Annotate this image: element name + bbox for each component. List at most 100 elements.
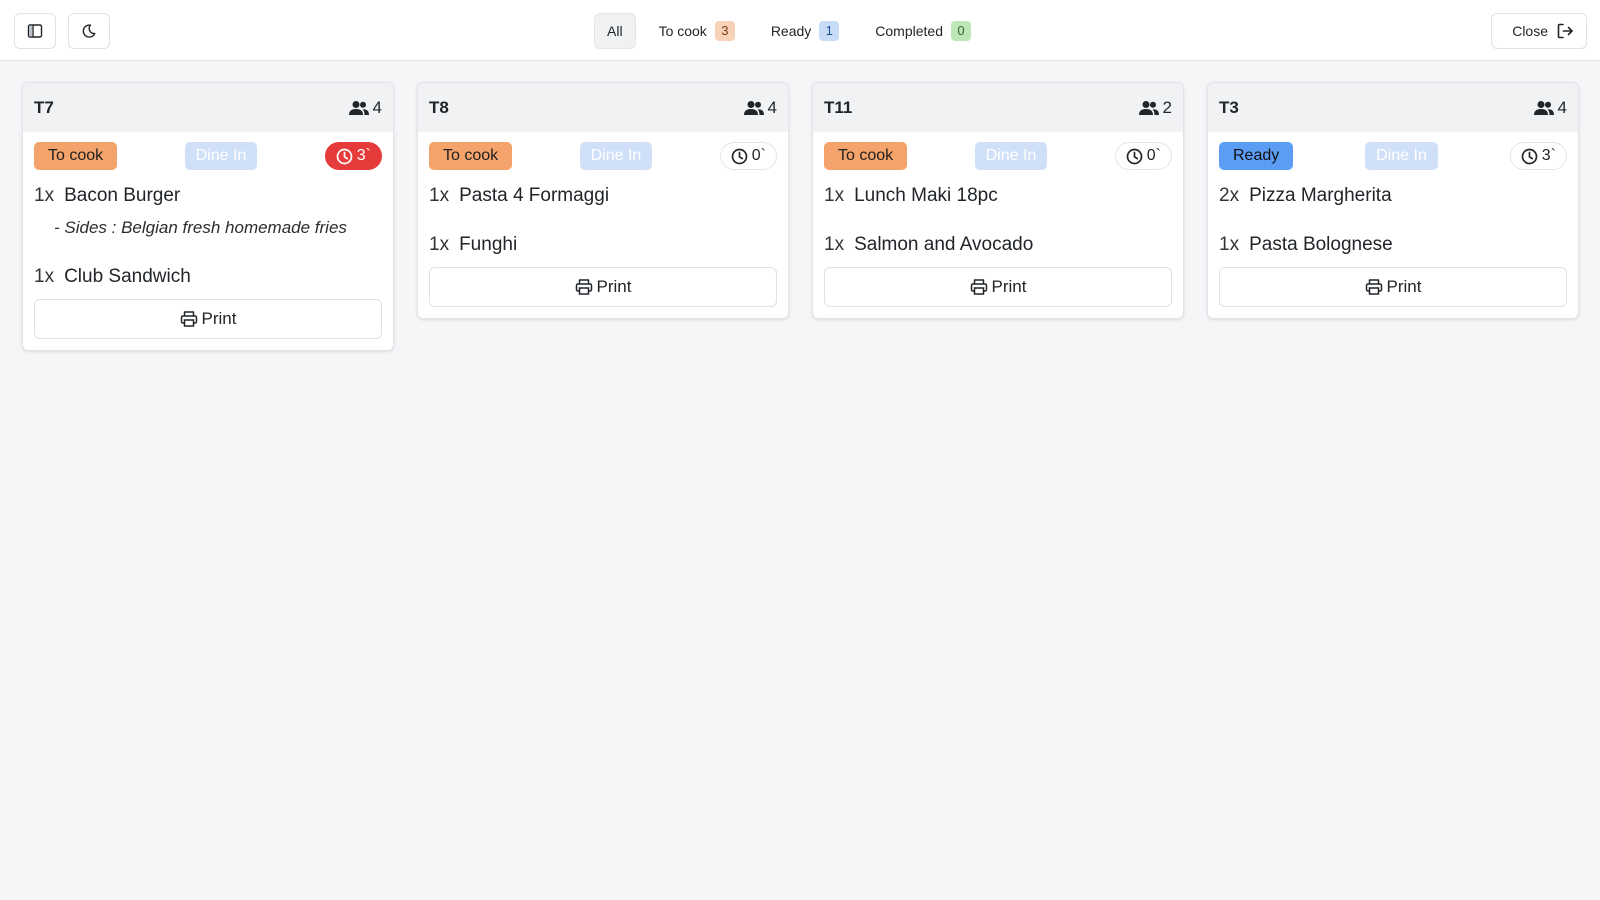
filter-label: All	[607, 23, 623, 39]
guest-count-value: 4	[372, 97, 382, 117]
filter-all[interactable]: All	[594, 13, 636, 49]
order-card-header: T7 4	[23, 83, 393, 132]
item-quantity: 1x	[429, 234, 450, 255]
filter-completed[interactable]: Completed 0	[862, 13, 984, 49]
status-badge: To cook	[34, 142, 118, 170]
clock-icon	[1521, 148, 1538, 165]
table-number: T7	[34, 97, 54, 117]
close-label: Close	[1512, 23, 1548, 39]
order-item: 1x Club Sandwich	[34, 257, 382, 289]
print-button[interactable]: Print	[429, 267, 777, 307]
item-quantity: 1x	[34, 266, 55, 287]
sidebar-icon	[27, 23, 43, 39]
status-badge: To cook	[824, 142, 908, 170]
print-button[interactable]: Print	[34, 299, 382, 339]
item-quantity: 1x	[1219, 234, 1240, 255]
guest-count-value: 2	[1162, 97, 1172, 117]
item-quantity: 1x	[429, 185, 450, 206]
guest-count: 4	[1533, 98, 1567, 118]
order-item: 1x Funghi	[429, 225, 777, 257]
item-quantity: 1x	[824, 185, 845, 206]
printer-icon	[970, 278, 988, 296]
elapsed-timer: 0`	[719, 142, 777, 170]
elapsed-timer: 3`	[324, 142, 382, 170]
item-quantity: 1x	[34, 185, 55, 206]
filter-to-cook[interactable]: To cook 3	[646, 13, 748, 49]
filter-label: Completed	[875, 23, 943, 39]
timer-value: 3`	[356, 147, 371, 164]
logout-icon	[1556, 22, 1574, 40]
print-label: Print	[596, 277, 632, 296]
service-type-badge: Dine In	[1365, 142, 1438, 170]
order-card: T11 2 To cook Dine In 0` 1x Lunch Maki 1…	[812, 82, 1184, 319]
sidebar-toggle-button[interactable]	[14, 13, 56, 49]
order-card-header: T3 4	[1208, 83, 1578, 132]
users-icon	[1533, 100, 1555, 116]
printer-icon	[1365, 278, 1383, 296]
print-button[interactable]: Print	[1219, 267, 1567, 307]
status-filter-group: All To cook 3 Ready 1 Completed 0	[594, 13, 994, 49]
count-badge: 3	[714, 21, 735, 41]
item-quantity: 1x	[824, 234, 845, 255]
clock-icon	[336, 148, 353, 165]
theme-toggle-button[interactable]	[68, 13, 110, 49]
item-name: Lunch Maki 18pc	[854, 185, 998, 206]
order-cards: T7 4 To cook Dine In 3` 1x Bacon Burger …	[22, 82, 1579, 351]
guest-count-value: 4	[1557, 97, 1567, 117]
users-icon	[743, 100, 765, 116]
order-item: 1x Salmon and Avocado	[824, 225, 1172, 257]
users-icon	[1138, 100, 1160, 116]
print-label: Print	[201, 309, 237, 328]
filter-label: Ready	[770, 23, 812, 39]
service-type-badge: Dine In	[579, 142, 653, 170]
guest-count: 4	[743, 98, 777, 118]
moon-icon	[81, 23, 97, 39]
guest-count: 2	[1138, 98, 1172, 118]
clock-icon	[731, 148, 748, 165]
item-quantity: 2x	[1219, 185, 1240, 206]
guest-count-value: 4	[767, 97, 777, 117]
order-card-header: T11 2	[813, 83, 1183, 132]
filter-ready[interactable]: Ready 1	[758, 13, 852, 49]
elapsed-timer: 0`	[1114, 142, 1172, 170]
item-name: Pizza Margherita	[1249, 185, 1392, 206]
order-card: T3 4 Ready Dine In 3` 2x Pizza Margherit…	[1207, 82, 1579, 319]
service-type-badge: Dine In	[974, 142, 1048, 170]
item-name: Pasta Bolognese	[1249, 234, 1393, 255]
print-label: Print	[991, 277, 1027, 296]
table-number: T8	[429, 97, 449, 117]
table-number: T11	[824, 97, 853, 117]
order-item: 2x Pizza Margherita	[1219, 176, 1567, 208]
print-label: Print	[1386, 277, 1422, 296]
order-item: 1x Lunch Maki 18pc	[824, 176, 1172, 208]
service-type-badge: Dine In	[184, 142, 258, 170]
item-name: Club Sandwich	[64, 266, 191, 287]
order-card: T8 4 To cook Dine In 0` 1x Pasta 4 Forma…	[417, 82, 789, 319]
top-bar: All To cook 3 Ready 1 Completed 0 Close	[0, 0, 1600, 61]
item-name: Salmon and Avocado	[854, 234, 1034, 255]
order-card: T7 4 To cook Dine In 3` 1x Bacon Burger …	[22, 82, 394, 351]
order-item: 1x Bacon Burger	[34, 176, 382, 208]
timer-value: 0`	[1146, 147, 1161, 164]
item-name: Funghi	[459, 234, 518, 255]
order-item: 1x Pasta 4 Formaggi	[429, 176, 777, 208]
guest-count: 4	[348, 98, 382, 118]
count-badge: 1	[819, 21, 840, 41]
timer-value: 0`	[751, 147, 766, 164]
count-badge: 0	[950, 21, 971, 41]
elapsed-timer: 3`	[1509, 142, 1567, 170]
item-name: Bacon Burger	[64, 185, 181, 206]
table-number: T3	[1219, 97, 1239, 117]
item-name: Pasta 4 Formaggi	[459, 185, 610, 206]
status-badge: Ready	[1219, 142, 1294, 170]
clock-icon	[1126, 148, 1143, 165]
order-item: 1x Pasta Bolognese	[1219, 225, 1567, 257]
close-button[interactable]: Close	[1491, 13, 1587, 49]
order-card-header: T8 4	[418, 83, 788, 132]
item-modifier: - Sides : Belgian fresh homemade fries	[54, 218, 347, 237]
status-badge: To cook	[429, 142, 513, 170]
printer-icon	[180, 310, 198, 328]
print-button[interactable]: Print	[824, 267, 1172, 307]
users-icon	[348, 100, 370, 116]
timer-value: 3`	[1541, 147, 1556, 164]
